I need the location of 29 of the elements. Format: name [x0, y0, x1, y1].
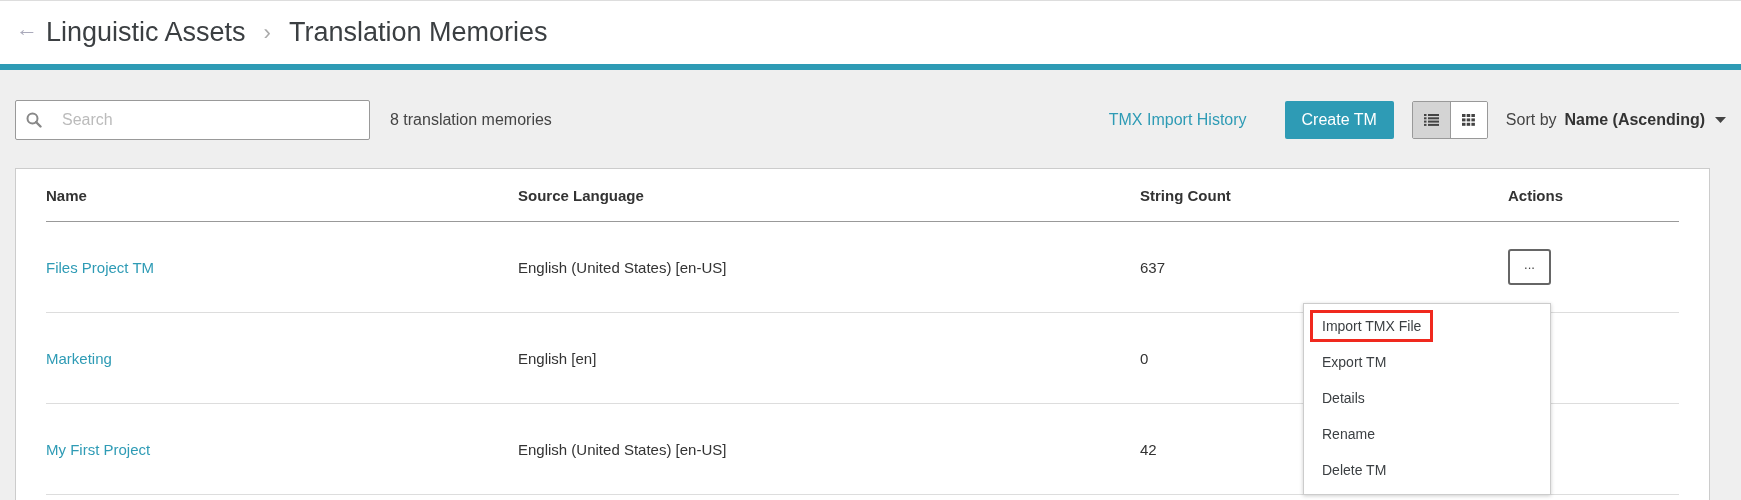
sort-dropdown[interactable]: Name (Ascending) — [1564, 111, 1726, 129]
column-header: Name — [46, 186, 87, 204]
table-cell: English [en] — [518, 349, 597, 367]
column-header: Actions — [1508, 186, 1563, 204]
menu-item[interactable]: Export TM — [1310, 346, 1399, 378]
column-header: Source Language — [518, 186, 644, 204]
list-view-button[interactable] — [1412, 102, 1450, 138]
menu-item[interactable]: Details — [1310, 382, 1377, 414]
menu-item[interactable]: Rename — [1310, 418, 1387, 450]
list-icon — [1423, 114, 1439, 126]
search-field[interactable]: Search — [15, 100, 370, 140]
grid-view-button[interactable] — [1449, 102, 1487, 138]
breadcrumb-link[interactable]: Linguistic Assets — [46, 17, 246, 48]
search-icon — [26, 112, 42, 128]
actions-button[interactable]: ... — [1508, 249, 1551, 285]
table-cell: 0 — [1140, 349, 1149, 367]
caret-icon — [1715, 117, 1726, 123]
table-cell: 42 — [1140, 440, 1157, 458]
table-cell: English (United States) [en-US] — [518, 440, 727, 458]
menu-item[interactable]: Import TMX File — [1310, 310, 1434, 342]
page-title: Translation Memories — [288, 17, 548, 48]
breadcrumb-separator: › — [263, 19, 271, 46]
column-header: String Count — [1140, 186, 1231, 204]
table-cell: English (United States) [en-US] — [518, 258, 727, 276]
sort-label: Sort by — [1505, 111, 1557, 129]
grid-icon — [1462, 114, 1476, 126]
menu-item[interactable]: Delete TM — [1310, 454, 1399, 486]
table-cell: 637 — [1140, 258, 1166, 276]
memory-count: 8 translation memories — [390, 111, 552, 129]
